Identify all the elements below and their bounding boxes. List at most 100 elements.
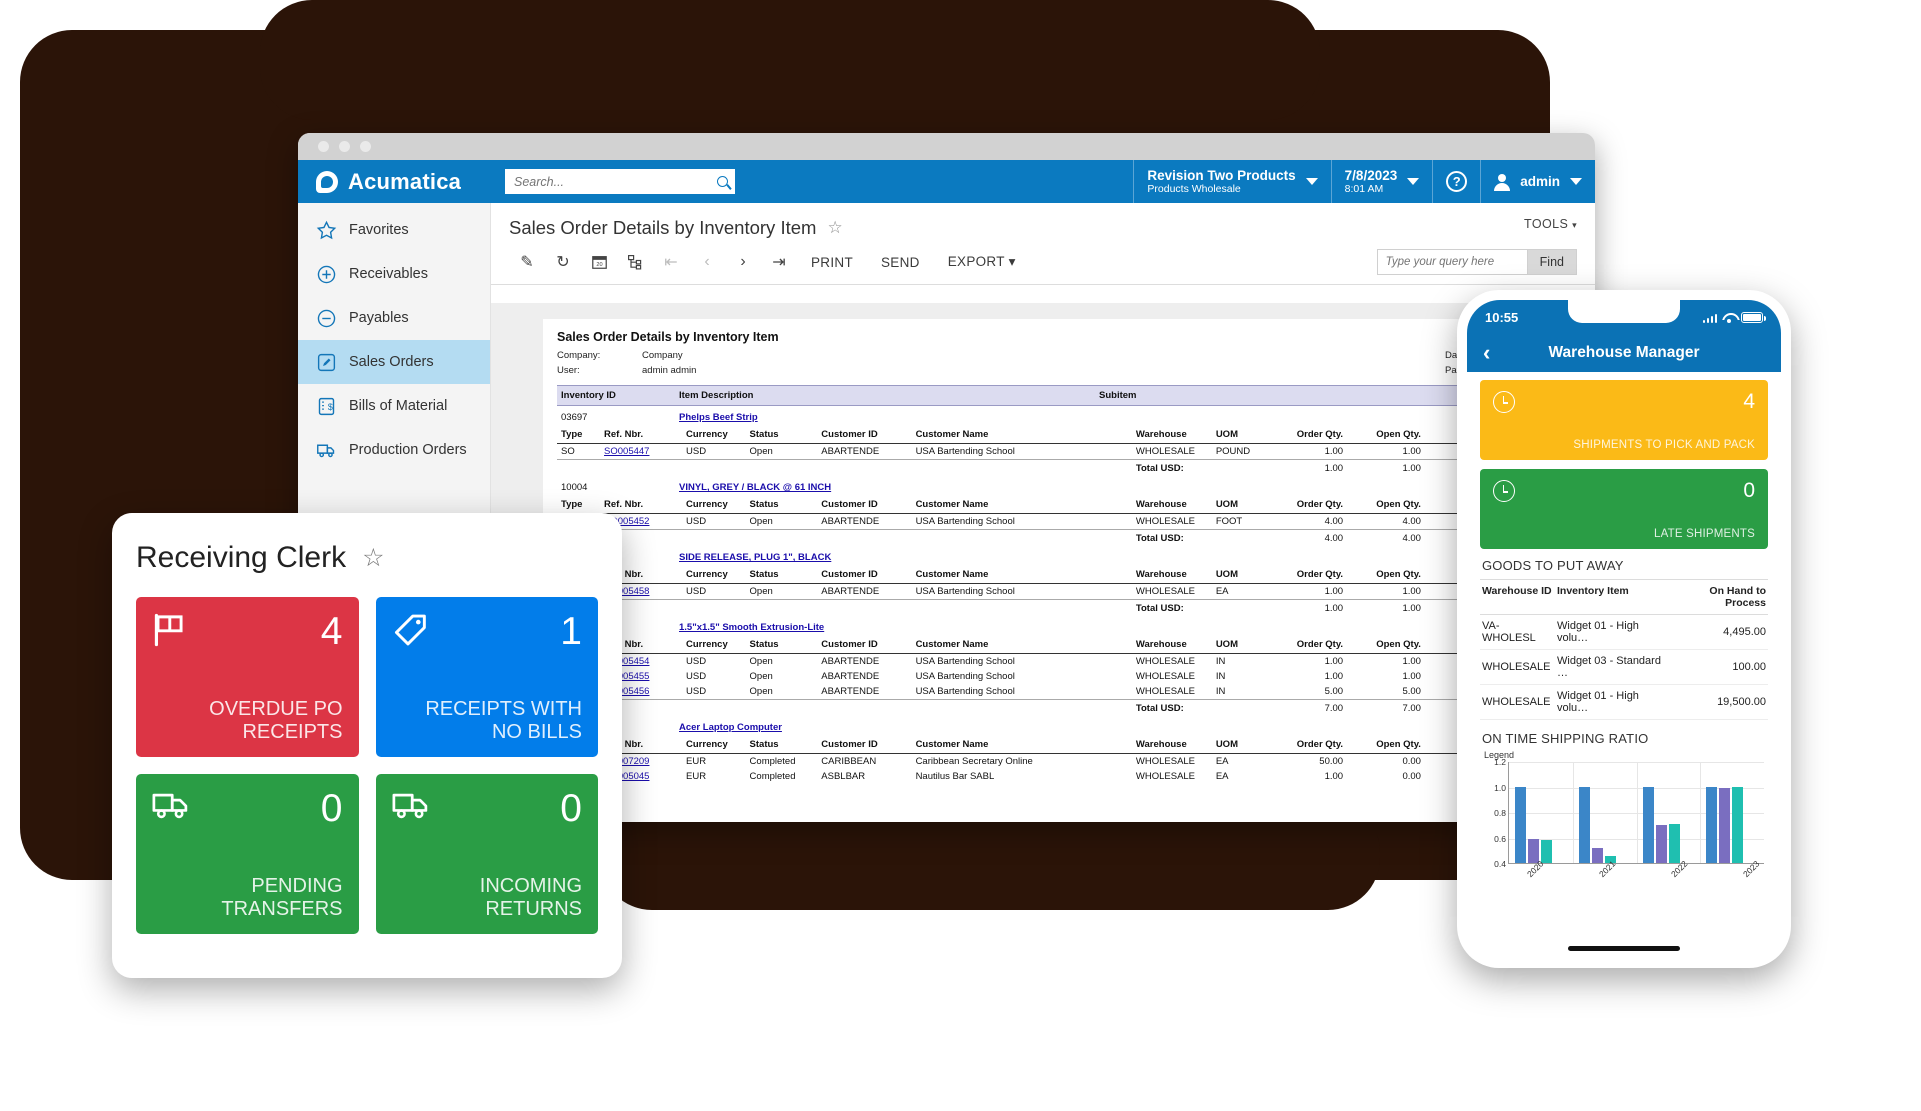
col-currency: Currency xyxy=(682,566,746,585)
table-row[interactable]: SOSO007209EURCompletedCARIBBEANCaribbean… xyxy=(557,754,1589,770)
table-row[interactable]: WHOLESALE Widget 01 - High volu… 19,500.00 xyxy=(1480,684,1768,720)
global-search-box[interactable] xyxy=(505,169,735,194)
report-user-label: User: xyxy=(557,364,580,376)
sidebar-item-payables[interactable]: Payables xyxy=(298,296,490,340)
col-order-qty: Order Qty. xyxy=(1269,636,1348,655)
window-close-dot[interactable] xyxy=(318,141,329,152)
chart-bar[interactable] xyxy=(1578,786,1590,863)
table-row[interactable]: SOSO005456USDOpenABARTENDEUSA Bartending… xyxy=(557,684,1589,700)
goods-section-title: GOODS TO PUT AWAY xyxy=(1482,558,1624,573)
search-input[interactable] xyxy=(512,173,717,190)
window-maximize-dot[interactable] xyxy=(360,141,371,152)
help-button[interactable]: ? xyxy=(1432,160,1480,203)
kpi-tile-overdue-po-receipts[interactable]: 4 OVERDUE PO RECEIPTS xyxy=(136,597,359,757)
acumatica-logo-icon xyxy=(316,170,338,193)
report-scroll-region[interactable]: Sales Order Details by Inventory Item Co… xyxy=(491,303,1595,822)
table-row[interactable]: SOSO005458USDOpenABARTENDEUSA Bartending… xyxy=(557,584,1589,600)
table-row[interactable]: SOSO005452USDOpenABARTENDEUSA Bartending… xyxy=(557,514,1589,530)
search-icon[interactable] xyxy=(717,176,728,187)
item-description-link[interactable]: Phelps Beef Strip xyxy=(679,412,758,423)
cell-warehouse: WHOLESALE xyxy=(1135,446,1196,458)
sidebar-item-bills-of-material[interactable]: $ Bills of Material xyxy=(298,384,490,428)
table-row[interactable]: SOSO005455USDOpenABARTENDEUSA Bartending… xyxy=(557,669,1589,684)
table-header-row: TypeRef. Nbr.CurrencyStatusCustomer IDCu… xyxy=(557,736,1589,755)
chart-bar[interactable] xyxy=(1719,788,1731,863)
table-row[interactable]: SOSO005045EURCompletedASBLBARNautilus Ba… xyxy=(557,769,1589,784)
item-description-link[interactable]: VINYL, GREY / BLACK @ 61 INCH xyxy=(679,482,831,493)
phone-kpi-tile-late-shipments[interactable]: 0 LATE SHIPMENTS xyxy=(1480,469,1768,549)
first-page-icon[interactable]: ⇤ xyxy=(653,249,689,275)
previous-page-icon[interactable]: ‹ xyxy=(689,249,725,275)
user-avatar-icon xyxy=(1494,173,1511,191)
app-top-bar: Acumatica Revision Two Products Products… xyxy=(298,160,1595,203)
next-page-icon[interactable]: › xyxy=(725,249,761,275)
query-input[interactable] xyxy=(1376,249,1527,275)
kpi-label: OVERDUE PO RECEIPTS xyxy=(209,698,343,743)
calendar-icon[interactable]: 20 xyxy=(581,249,617,275)
export-button[interactable]: EXPORT ▾ xyxy=(934,254,1030,270)
table-total-row: Total USD:1.001.0010.29 xyxy=(557,459,1589,477)
favorite-star-icon[interactable]: ☆ xyxy=(827,219,842,236)
chart-bar[interactable] xyxy=(1668,824,1680,863)
table-row[interactable]: SO SO005447 USD Open ABARTENDE USA Bartending… xyxy=(557,444,1589,460)
cell-ref-nbr[interactable]: SO005447 xyxy=(600,444,682,460)
col-warehouse: Warehouse xyxy=(1131,636,1212,655)
chart-bar[interactable] xyxy=(1591,848,1603,863)
kpi-top: 1 xyxy=(392,612,582,651)
phone-kpi-tile-shipments-to-pick-and-pack[interactable]: 4 SHIPMENTS TO PICK AND PACK xyxy=(1480,380,1768,460)
col-currency: Currency xyxy=(682,426,746,445)
report-item-row: 1.5"x1.5" Smooth Extrusion-Lite xyxy=(557,616,1589,636)
star-outline-icon[interactable]: ☆ xyxy=(362,543,384,573)
window-minimize-dot[interactable] xyxy=(339,141,350,152)
cell-order-qty: 1.00 xyxy=(1324,771,1344,783)
send-button[interactable]: SEND xyxy=(867,255,934,270)
kpi-tile-incoming-returns[interactable]: 0 INCOMING RETURNS xyxy=(375,774,598,934)
kpi-tile-pending-transfers[interactable]: 0 PENDING TRANSFERS xyxy=(136,774,359,934)
page-header: Sales Order Details by Inventory Item ☆ … xyxy=(491,203,1595,239)
cell-customer-id: ABARTENDE xyxy=(821,516,880,528)
user-menu[interactable]: admin xyxy=(1480,160,1595,203)
phone-kpi-label: SHIPMENTS TO PICK AND PACK xyxy=(1573,439,1755,451)
refresh-icon[interactable]: ↻ xyxy=(545,249,581,275)
brand-logo[interactable]: Acumatica xyxy=(298,160,491,203)
chart-bar[interactable] xyxy=(1541,840,1552,863)
chart-category-separator xyxy=(1572,762,1574,863)
tenant-selector[interactable]: Revision Two Products Products Wholesale xyxy=(1133,160,1330,203)
chart-bar[interactable] xyxy=(1515,786,1526,863)
home-indicator[interactable] xyxy=(1568,946,1680,951)
chart-bar[interactable] xyxy=(1732,786,1744,863)
item-description-link[interactable]: 1.5"x1.5" Smooth Extrusion-Lite xyxy=(679,622,824,633)
sidebar-item-sales-orders[interactable]: Sales Orders xyxy=(298,340,490,384)
report-meta-row: Company: Company Date: 7/8/2020 xyxy=(557,349,1589,364)
sidebar-item-favorites[interactable]: Favorites xyxy=(298,208,490,252)
sidebar-item-label: Production Orders xyxy=(349,442,467,458)
datetime-selector[interactable]: 7/8/2023 8:01 AM xyxy=(1330,160,1433,203)
phone-content[interactable]: 4 SHIPMENTS TO PICK AND PACK 0 LATE SHIPMEN… xyxy=(1467,372,1781,958)
table-row[interactable]: WHOLESALE Widget 03 - Standard … 100.00 xyxy=(1480,649,1768,685)
hierarchy-icon[interactable] xyxy=(617,249,653,275)
chart-bar[interactable] xyxy=(1642,786,1654,863)
table-row[interactable]: SOSO005454USDOpenABARTENDEUSA Bartending… xyxy=(557,654,1589,670)
find-button[interactable]: Find xyxy=(1526,249,1577,275)
tools-menu[interactable]: TOOLS ▾ xyxy=(1524,217,1577,231)
sidebar-item-production-orders[interactable]: Production Orders xyxy=(298,428,490,472)
chart-y-tick-label: 0.8 xyxy=(1494,808,1506,818)
table-row[interactable]: VA-WHOLESL Widget 01 - High volu… 4,495.00 xyxy=(1480,614,1768,650)
chart-bar[interactable] xyxy=(1655,825,1667,863)
col-uom: UOM xyxy=(1211,636,1270,655)
table-total-row: Total USD:7.007.00122.08 xyxy=(557,699,1589,717)
ref-nbr-link[interactable]: SO005447 xyxy=(604,446,649,457)
chart-bar[interactable] xyxy=(1706,786,1718,863)
pencil-square-icon xyxy=(316,352,337,373)
on-time-shipping-ratio-chart[interactable]: 0.4 0.6 0.8 1.0 1.2 2020 2021 2022 2023 xyxy=(1480,757,1768,886)
report-meta-row: User: admin admin Page: xyxy=(557,364,1589,379)
edit-pencil-icon[interactable]: ✎ xyxy=(509,249,545,275)
sidebar-item-receivables[interactable]: Receivables xyxy=(298,252,490,296)
truck-icon xyxy=(392,790,432,824)
kpi-tile-receipts-with-no-bills[interactable]: 1 RECEIPTS WITH NO BILLS xyxy=(375,597,598,757)
report-company-value: Company xyxy=(642,350,683,361)
item-description-link[interactable]: SIDE RELEASE, PLUG 1", BLACK xyxy=(679,552,831,563)
last-page-icon[interactable]: ⇥ xyxy=(761,249,797,275)
item-description-link[interactable]: Acer Laptop Computer xyxy=(679,722,782,733)
print-button[interactable]: PRINT xyxy=(797,255,867,270)
